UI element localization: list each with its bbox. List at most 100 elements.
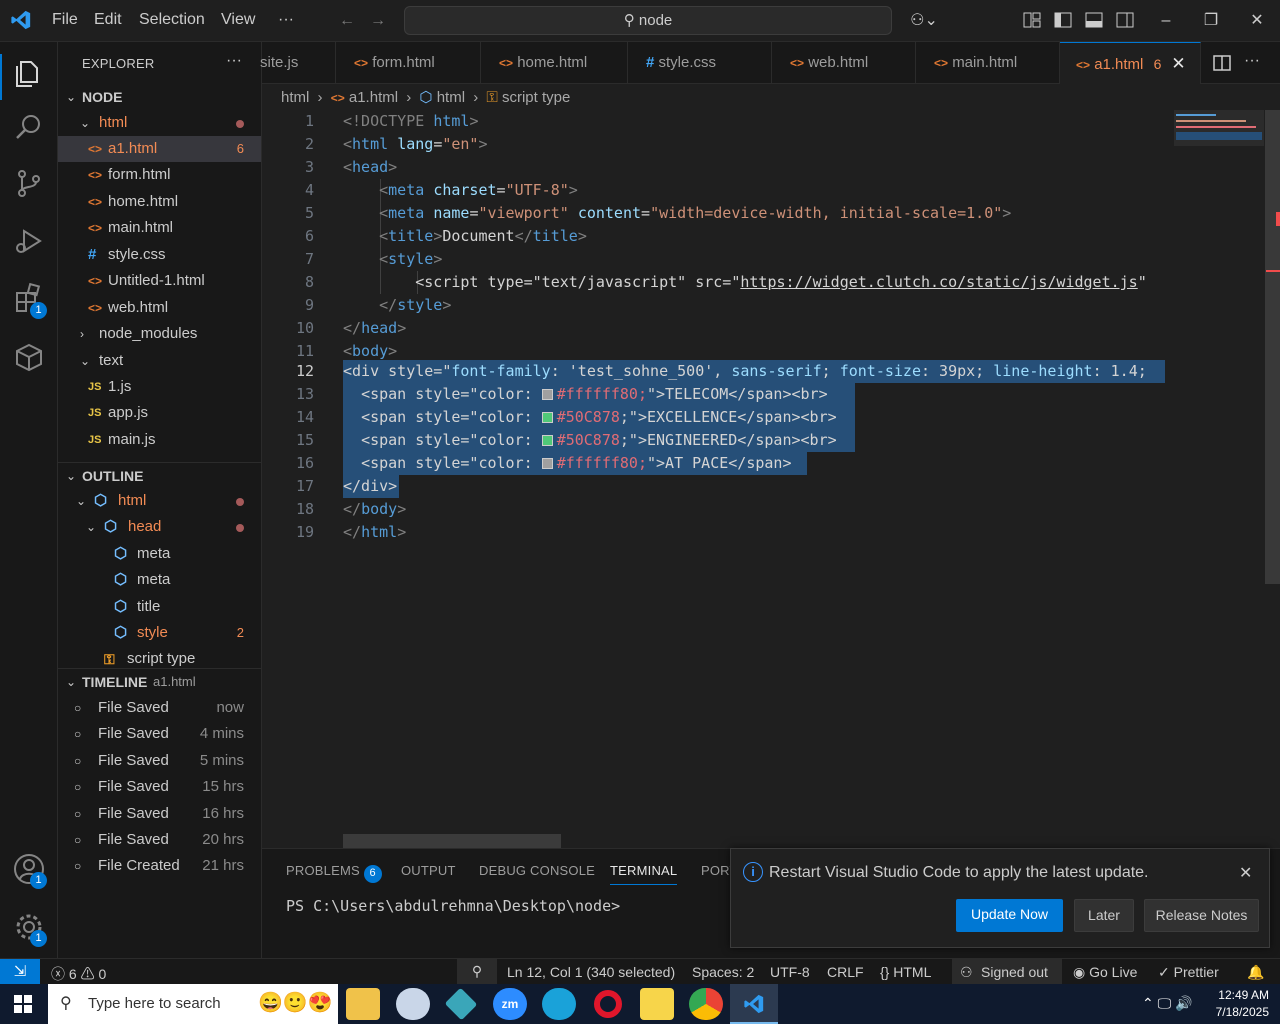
cursor-position[interactable]: Ln 12, Col 1 (340 selected) bbox=[507, 964, 675, 980]
horizontal-scrollbar[interactable] bbox=[343, 834, 561, 848]
timeline-item[interactable]: ○ File Saved 4 mins bbox=[58, 721, 261, 747]
restore-icon[interactable]: ❐ bbox=[1201, 11, 1221, 31]
close-window-icon[interactable]: ✕ bbox=[1247, 11, 1267, 31]
file-home-html[interactable]: <> home.html bbox=[58, 189, 261, 215]
menu-edit[interactable]: Edit bbox=[94, 11, 122, 29]
outline-item-head[interactable]: ⌄ ⬡ head bbox=[58, 514, 261, 540]
file-main-html[interactable]: <> main.html bbox=[58, 215, 261, 241]
language-mode[interactable]: {} HTML bbox=[880, 964, 931, 980]
editor-more-icon[interactable]: ··· bbox=[1244, 52, 1260, 70]
breadcrumb-item[interactable]: html bbox=[281, 89, 309, 106]
remote-explorer-icon[interactable] bbox=[12, 340, 46, 374]
split-editor-icon[interactable] bbox=[1213, 55, 1231, 71]
panel-tab-problems[interactable]: PROBLEMS 6 bbox=[286, 863, 382, 883]
timeline-item[interactable]: ○ File Saved 20 hrs bbox=[58, 827, 261, 853]
tab-a1-html[interactable]: <> a1.html 6 ✕ bbox=[1060, 42, 1201, 84]
file-style-css[interactable]: # style.css bbox=[58, 242, 261, 268]
tab-main-html[interactable]: <> main.html bbox=[916, 42, 1060, 84]
menu-view[interactable]: View bbox=[221, 11, 255, 29]
toggle-panel-icon[interactable] bbox=[1085, 12, 1103, 28]
tab-site-js[interactable]: site.js bbox=[260, 42, 336, 84]
timeline-item[interactable]: ○ File Saved 5 mins bbox=[58, 748, 261, 774]
timeline-item[interactable]: ○ File Saved now bbox=[58, 695, 261, 721]
breadcrumb-item[interactable]: a1.html bbox=[349, 89, 398, 106]
timeline-item[interactable]: ○ File Created 21 hrs bbox=[58, 853, 261, 879]
color-swatch[interactable] bbox=[541, 389, 553, 400]
breadcrumb-item[interactable]: html bbox=[437, 89, 465, 106]
forward-arrow-icon[interactable]: → bbox=[368, 11, 388, 31]
tab-style-css[interactable]: # style.css bbox=[628, 42, 772, 84]
outline-header[interactable]: ⌄ OUTLINE bbox=[58, 463, 261, 489]
remote-icon[interactable]: ⇲ bbox=[0, 959, 40, 985]
folder-text[interactable]: ⌄ text bbox=[58, 348, 261, 374]
encoding[interactable]: UTF-8 bbox=[770, 964, 810, 980]
zoom-app-icon[interactable]: zm bbox=[493, 988, 527, 1020]
app-icon[interactable] bbox=[444, 987, 478, 1021]
color-swatch[interactable] bbox=[541, 458, 553, 469]
opera-icon[interactable] bbox=[594, 990, 622, 1018]
panel-tab-terminal[interactable]: TERMINAL bbox=[610, 863, 678, 885]
terminal-prompt[interactable]: PS C:\Users\abdulrehmna\Desktop\node> bbox=[286, 897, 620, 915]
vscode-taskbar-button[interactable] bbox=[730, 984, 778, 1024]
close-tab-icon[interactable]: ✕ bbox=[1171, 54, 1185, 73]
command-center-search[interactable]: ⚲ node bbox=[404, 6, 892, 35]
explorer-icon[interactable] bbox=[12, 56, 46, 90]
extensions-button[interactable]: 1 bbox=[12, 282, 47, 319]
update-now-button[interactable]: Update Now bbox=[956, 899, 1063, 932]
taskbar-search[interactable]: ⚲ Type here to search 😄🙂😍 bbox=[48, 984, 338, 1024]
minimap[interactable] bbox=[1166, 84, 1280, 848]
close-notification-icon[interactable]: ✕ bbox=[1239, 863, 1252, 883]
vertical-scrollbar[interactable] bbox=[1265, 110, 1280, 584]
menu-selection[interactable]: Selection bbox=[139, 11, 205, 29]
later-button[interactable]: Later bbox=[1074, 899, 1134, 932]
file-1-js[interactable]: JS 1.js bbox=[58, 374, 261, 400]
file-app-js[interactable]: JS app.js bbox=[58, 400, 261, 426]
outline-item-meta[interactable]: ⬡ meta bbox=[58, 567, 261, 593]
folder-html[interactable]: ⌄ html bbox=[58, 110, 261, 136]
file-web-html[interactable]: <> web.html bbox=[58, 295, 261, 321]
accounts-button[interactable]: 1 bbox=[12, 852, 47, 889]
clock[interactable]: 12:49 AM 7/18/2025 bbox=[1205, 987, 1269, 1021]
bell-icon[interactable]: 🔔 bbox=[1247, 964, 1264, 981]
problems-status[interactable]: ⓧ 6 ⚠ 0 bbox=[51, 964, 106, 984]
panel-tab-output[interactable]: OUTPUT bbox=[401, 863, 456, 878]
line-ending[interactable]: CRLF bbox=[827, 964, 864, 980]
tab-home-html[interactable]: <> home.html bbox=[481, 42, 628, 84]
file-a1-html[interactable]: <> a1.html 6 bbox=[58, 136, 261, 162]
menu-more[interactable]: ··· bbox=[278, 11, 294, 29]
account-status[interactable]: ⚇ Signed out bbox=[952, 959, 1062, 985]
search-icon[interactable] bbox=[12, 110, 46, 144]
chrome-icon[interactable] bbox=[689, 988, 723, 1020]
menu-file[interactable]: File bbox=[52, 11, 78, 29]
toggle-sidebar-icon[interactable] bbox=[1054, 12, 1072, 28]
zoom-icon[interactable]: ⚲ bbox=[457, 959, 497, 985]
breadcrumb-item[interactable]: script type bbox=[502, 89, 570, 106]
folder-node-modules[interactable]: › node_modules bbox=[58, 321, 261, 347]
color-swatch[interactable] bbox=[541, 435, 553, 446]
minimize-icon[interactable]: – bbox=[1156, 11, 1176, 31]
run-debug-icon[interactable] bbox=[12, 224, 46, 258]
customize-layout-icon[interactable] bbox=[1023, 12, 1041, 28]
windows-start-icon[interactable] bbox=[14, 995, 32, 1013]
toggle-secondary-sidebar-icon[interactable] bbox=[1116, 12, 1134, 28]
indentation[interactable]: Spaces: 2 bbox=[692, 964, 754, 980]
outline-item-style[interactable]: ⬡ style 2 bbox=[58, 620, 261, 646]
timeline-header[interactable]: ⌄ TIMELINE a1.html bbox=[58, 669, 261, 695]
copilot-icon[interactable]: ⚇⌄ bbox=[906, 11, 942, 31]
folder-node[interactable]: ⌄ NODE bbox=[58, 84, 261, 110]
file-form-html[interactable]: <> form.html bbox=[58, 162, 261, 188]
outline-item-title[interactable]: ⬡ title bbox=[58, 594, 261, 620]
color-swatch[interactable] bbox=[541, 412, 553, 423]
outline-item-html[interactable]: ⌄ ⬡ html bbox=[58, 488, 261, 514]
timeline-item[interactable]: ○ File Saved 16 hrs bbox=[58, 801, 261, 827]
back-arrow-icon[interactable]: ← bbox=[337, 11, 357, 31]
source-control-icon[interactable] bbox=[12, 166, 46, 200]
tray-icons[interactable]: ⌃ 🖵 🔊 bbox=[1142, 995, 1192, 1012]
outline-item-meta[interactable]: ⬡ meta bbox=[58, 541, 261, 567]
file-main-js[interactable]: JS main.js bbox=[58, 427, 261, 453]
tab-web-html[interactable]: <> web.html bbox=[772, 42, 916, 84]
manage-button[interactable]: 1 bbox=[12, 910, 47, 947]
paint-icon[interactable] bbox=[396, 988, 430, 1020]
timeline-item[interactable]: ○ File Saved 15 hrs bbox=[58, 774, 261, 800]
edge-icon[interactable] bbox=[542, 988, 576, 1020]
